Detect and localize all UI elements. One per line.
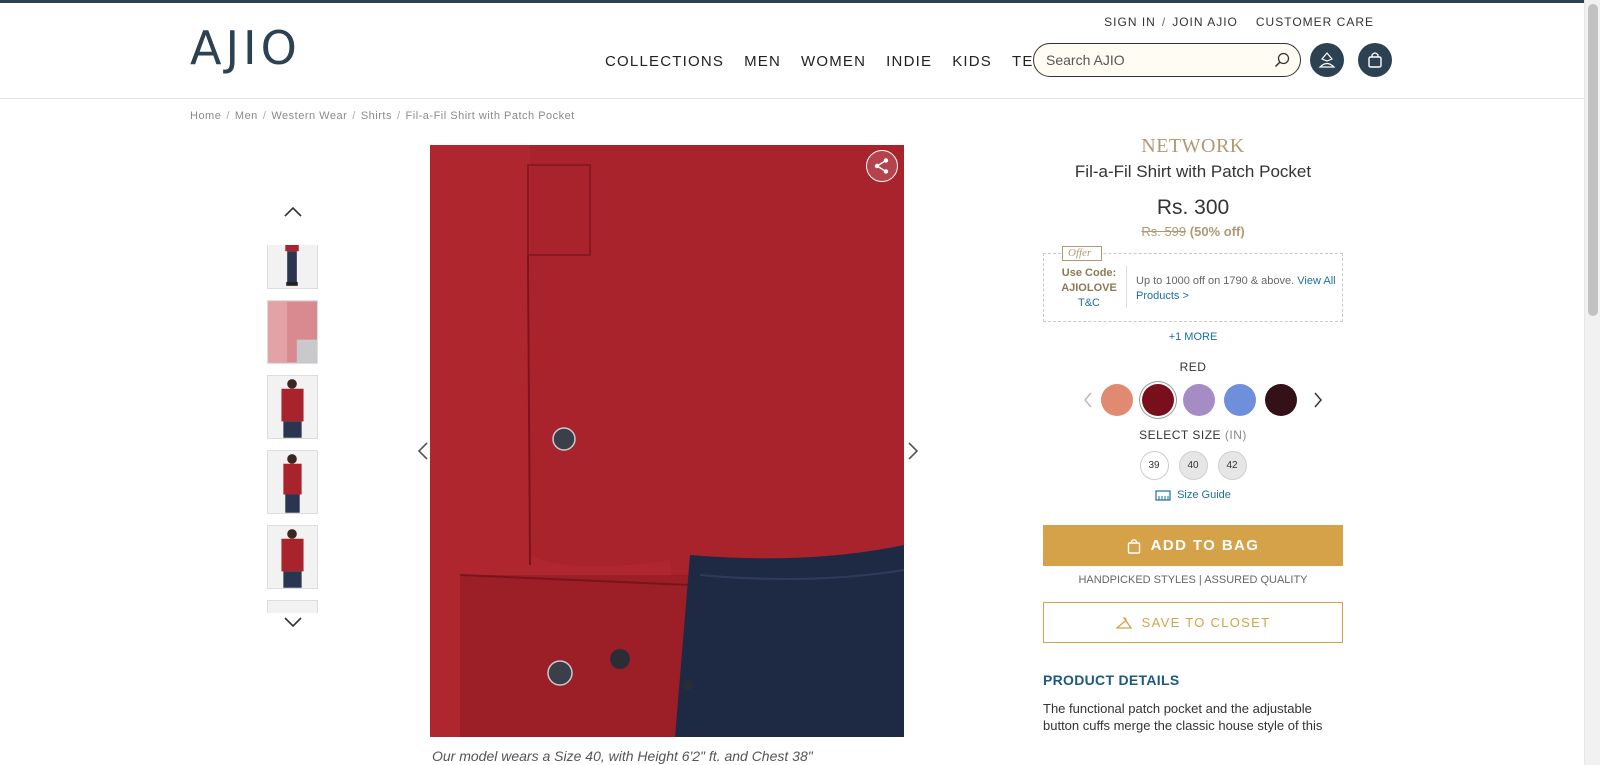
breadcrumb-current: Fil-a-Fil Shirt with Patch Pocket (405, 110, 575, 122)
product-price: Rs. 300 (1156, 196, 1230, 219)
breadcrumb-western-wear[interactable]: Western Wear (271, 110, 347, 122)
thumbnail-front-view-2[interactable] (267, 525, 318, 589)
size-label-text: SELECT SIZE (1139, 428, 1222, 442)
size-unit: (IN) (1224, 428, 1247, 442)
color-swatch-lavender[interactable] (1183, 384, 1215, 416)
search-input[interactable] (1046, 50, 1266, 70)
scrollbar-thumb[interactable] (1588, 4, 1598, 316)
ruler-icon (1155, 489, 1171, 501)
account-button[interactable] (1310, 43, 1344, 77)
chevron-down-icon[interactable] (283, 615, 303, 629)
size-guide-label: Size Guide (1177, 489, 1231, 501)
mrp-value: Rs. 599 (1141, 224, 1187, 239)
nav-indie[interactable]: INDIE (886, 53, 932, 70)
share-button[interactable] (866, 150, 898, 182)
share-icon (874, 158, 889, 174)
chevron-right-icon[interactable] (1313, 391, 1323, 409)
thumbnail-front-view[interactable] (267, 375, 318, 439)
ajio-logo[interactable]: AJIO (190, 25, 301, 71)
sign-in-link[interactable]: SIGN IN (1104, 15, 1156, 29)
color-swatch-peach[interactable] (1101, 384, 1133, 416)
discount-percent: (50% off) (1189, 224, 1245, 239)
color-swatch-maroon[interactable] (1265, 384, 1297, 416)
offer-tag: Offer (1062, 246, 1103, 261)
product-details-panel: NETWORK Fil-a-Fil Shirt with Patch Pocke… (1043, 130, 1343, 734)
thumbnail-list (265, 245, 321, 613)
save-to-closet-label: SAVE TO CLOSET (1141, 615, 1271, 630)
selected-color-label: RED (1179, 360, 1207, 374)
user-icon (1318, 52, 1336, 68)
size-option-42[interactable]: 42 (1217, 451, 1247, 480)
offer-code-label: Use Code: (1061, 267, 1117, 279)
breadcrumb-separator: / (396, 110, 401, 122)
offer-code-block: Use Code: AJIOLOVE T&C (1044, 266, 1134, 311)
size-option-39[interactable]: 39 (1139, 451, 1169, 480)
offer-box: Offer Use Code: AJIOLOVE T&C Up to 1000 … (1043, 246, 1343, 322)
offer-divider (1126, 266, 1127, 308)
site-header: AJIO SIGN IN / JOIN AJIO CUSTOMER CARE C… (0, 3, 1584, 99)
offer-description: Up to 1000 off on 1790 & above. View All… (1136, 274, 1336, 304)
breadcrumb-separator: / (352, 110, 356, 122)
terms-link[interactable]: T&C (1044, 296, 1134, 311)
join-ajio-link[interactable]: JOIN AJIO (1172, 15, 1238, 29)
color-swatch-red[interactable] (1142, 384, 1174, 416)
color-swatch-blue[interactable] (1224, 384, 1256, 416)
product-name: Fil-a-Fil Shirt with Patch Pocket (1074, 162, 1312, 181)
search-icon[interactable] (1274, 52, 1290, 68)
brand-name[interactable]: NETWORK (1043, 135, 1343, 158)
breadcrumb-separator: / (262, 110, 267, 122)
product-details-text: The functional patch pocket and the adju… (1043, 701, 1323, 733)
nav-collections[interactable]: COLLECTIONS (605, 53, 724, 70)
breadcrumb-men[interactable]: Men (235, 110, 258, 122)
top-links: SIGN IN / JOIN AJIO CUSTOMER CARE (1104, 15, 1374, 29)
search-box (1033, 43, 1301, 77)
thumbnail-partial[interactable] (267, 600, 318, 613)
price-mrp: Rs. 599 (50% off) (1043, 224, 1343, 239)
offer-code: AJIOLOVE (1061, 282, 1117, 294)
color-swatches (1043, 380, 1343, 420)
size-option-40[interactable]: 40 (1178, 451, 1208, 480)
top-links-separator: / (1161, 15, 1167, 29)
more-offers-link[interactable]: +1 MORE (1043, 331, 1343, 343)
add-to-bag-label: ADD TO BAG (1150, 537, 1260, 554)
breadcrumb-home[interactable]: Home (190, 110, 221, 122)
thumbnail-full-length-side[interactable] (267, 245, 318, 289)
size-guide-link[interactable]: Size Guide (1043, 489, 1343, 501)
save-to-closet-button[interactable]: SAVE TO CLOSET (1043, 602, 1343, 643)
bag-icon (1127, 538, 1140, 554)
offer-text: Up to 1000 off on 1790 & above. (1136, 275, 1295, 287)
size-options: 39 40 42 (1043, 451, 1343, 480)
select-size-label: SELECT SIZE (IN) (1043, 428, 1343, 442)
assurance-text: HANDPICKED STYLES | ASSURED QUALITY (1078, 574, 1308, 586)
breadcrumb-separator: / (226, 110, 230, 122)
thumbnail-fabric-closeup[interactable] (267, 300, 318, 364)
nav-men[interactable]: MEN (744, 53, 781, 70)
product-details-heading: PRODUCT DETAILS (1043, 672, 1180, 688)
image-prev-arrow-icon[interactable] (416, 440, 430, 462)
bag-button[interactable] (1358, 43, 1392, 77)
add-to-bag-button[interactable]: ADD TO BAG (1043, 525, 1343, 566)
chevron-left-icon[interactable] (1083, 391, 1093, 409)
model-size-caption: Our model wears a Size 40, with Height 6… (432, 748, 813, 764)
chevron-up-icon[interactable] (283, 205, 303, 219)
breadcrumb: Home / Men / Western Wear / Shirts / Fil-a-F… (190, 110, 575, 122)
nav-kids[interactable]: KIDS (952, 53, 992, 70)
nav-women[interactable]: WOMEN (801, 53, 866, 70)
bag-icon (1368, 52, 1382, 68)
hanger-icon (1115, 616, 1132, 629)
breadcrumb-shirts[interactable]: Shirts (361, 110, 392, 122)
page-scrollbar[interactable] (1584, 0, 1600, 765)
thumbnail-side-view[interactable] (267, 450, 318, 514)
main-nav: COLLECTIONS MEN WOMEN INDIE KIDS TECH (605, 53, 1058, 70)
customer-care-link[interactable]: CUSTOMER CARE (1256, 15, 1374, 29)
main-product-image[interactable] (430, 145, 904, 737)
image-next-arrow-icon[interactable] (906, 440, 920, 462)
